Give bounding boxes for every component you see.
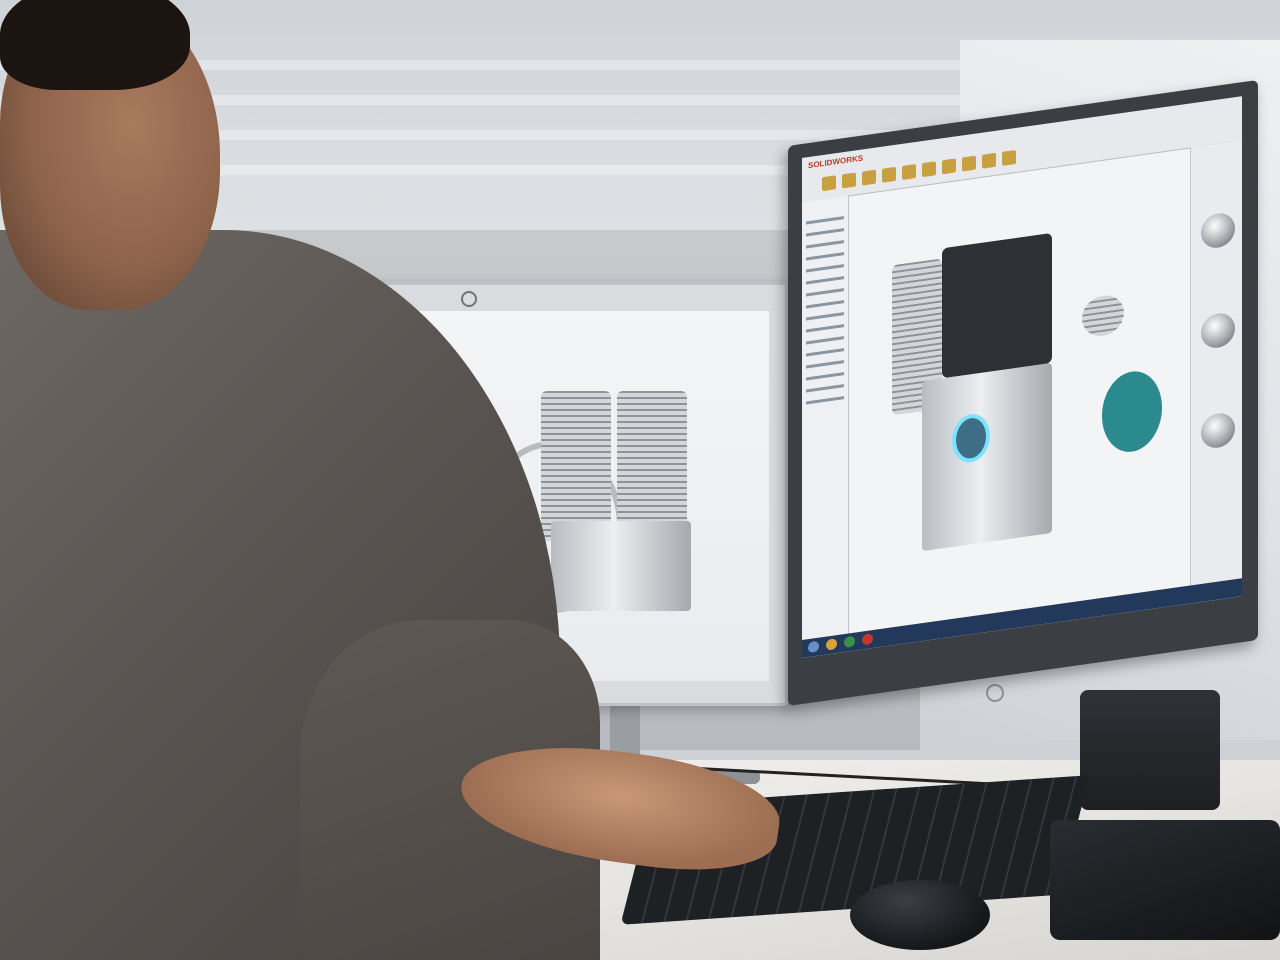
feature-tree-item[interactable] [806,228,844,237]
feature-tree-item[interactable] [806,312,844,321]
toolbar-icon[interactable] [942,158,956,175]
feature-tree-item[interactable] [806,372,844,381]
feature-tree-item[interactable] [806,276,844,285]
toolbar-icon[interactable] [842,172,856,189]
compressor-cylinder-fins [617,391,687,541]
feature-tree-item[interactable] [806,336,844,345]
feature-tree-item[interactable] [806,216,844,225]
feature-tree-panel [802,195,849,659]
feature-tree-item[interactable] [806,360,844,369]
toolbar-icon[interactable] [882,166,896,183]
person-hair [0,0,190,90]
app-brand: SOLIDWORKS [808,153,864,171]
model-piston [1082,292,1124,339]
feature-tree-item[interactable] [806,396,844,405]
feature-tree-item[interactable] [806,252,844,261]
taskpane-ball-icon[interactable] [1201,411,1235,450]
taskpane-ball-icon[interactable] [1201,311,1235,350]
feature-tree-item[interactable] [806,264,844,273]
model-connecting-rod [1102,367,1162,456]
toolbar-icon[interactable] [1002,149,1016,166]
right-monitor-stand [1080,690,1220,810]
feature-tree-item[interactable] [806,300,844,309]
toolbar-icon[interactable] [862,169,876,186]
feature-tree-item[interactable] [806,288,844,297]
model-crankcase [922,362,1052,552]
cad-application-window: SOLIDWORKS [802,96,1242,659]
laptop-edge [1050,820,1280,940]
toolbar-icon[interactable] [982,152,996,169]
mouse [850,880,990,950]
feature-tree-item[interactable] [806,324,844,333]
feature-tree-item[interactable] [806,384,844,393]
feature-tree-item[interactable] [806,348,844,357]
toolbar-icon[interactable] [902,164,916,180]
feature-tree-item[interactable] [806,240,844,249]
right-monitor: SOLIDWORKS [788,79,1258,707]
toolbar-icon[interactable] [822,175,836,192]
monitor-logo-icon [986,684,1004,702]
toolbar-icon[interactable] [962,155,976,172]
windows-taskbar [802,578,1242,659]
task-pane [1190,140,1242,604]
toolbar-icon[interactable] [922,161,936,178]
model-cylinder-head [942,232,1052,379]
taskpane-ball-icon[interactable] [1201,211,1235,250]
